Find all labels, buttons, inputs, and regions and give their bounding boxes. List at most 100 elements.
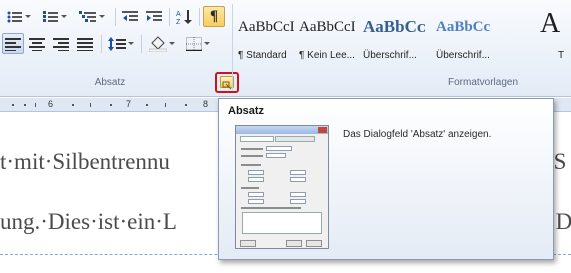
numbered-list-icon (43, 10, 58, 22)
ruler-mark (90, 103, 91, 107)
separator (141, 35, 142, 53)
ruler-number: 6 (48, 99, 54, 109)
bullet-list-icon (7, 11, 22, 22)
numbering-button[interactable] (38, 6, 72, 27)
mini-label (241, 164, 261, 166)
chevron-down-icon (128, 42, 134, 45)
ruler-mark (12, 104, 14, 106)
paragraph-group-label: Absatz (94, 77, 126, 88)
mini-preview (242, 212, 322, 234)
document-text-line: ung.·Dies·ist·ein·L (0, 209, 177, 234)
style-name: Überschrif... (363, 50, 417, 61)
sort-button[interactable]: A Z (173, 6, 195, 27)
ruler-mark (185, 104, 187, 106)
mini-field (248, 170, 264, 175)
ruler-mark (165, 103, 166, 107)
align-center-icon (29, 37, 45, 51)
ruler-mark (72, 104, 74, 106)
style-heading-2[interactable]: AaBbCc Überschrif... (434, 6, 498, 70)
tooltip-description: Das Dialogfeld 'Absatz' anzeigen. (343, 129, 492, 140)
shading-button[interactable] (145, 33, 179, 54)
paragraph-tooltip: Absatz Das Dialogfeld 'Absatz' anzeigen. (218, 98, 554, 260)
mini-label (241, 155, 263, 157)
align-right-icon (53, 37, 69, 51)
mini-field (290, 192, 306, 197)
multilevel-list-button[interactable] (74, 6, 110, 27)
paragraph-dialog-preview (235, 125, 329, 249)
bullets-button[interactable] (2, 6, 36, 27)
align-left-icon (5, 37, 21, 51)
mini-label (241, 148, 263, 150)
align-center-button[interactable] (26, 33, 48, 54)
mini-label (241, 207, 301, 209)
style-sample: A (540, 8, 561, 39)
styles-gallery: AaBbCcI ¶ Standard AaBbCcI ¶ Kein Lee...… (236, 6, 571, 70)
paint-bucket-icon (149, 35, 167, 52)
mini-field (248, 192, 264, 197)
decrease-indent-button[interactable] (119, 6, 141, 27)
mini-field (266, 153, 286, 158)
style-title[interactable]: A T (536, 6, 571, 70)
style-heading-1[interactable]: AaBbCᴄ Überschrif... (361, 6, 431, 70)
highlight-box (215, 72, 239, 93)
mini-button (306, 240, 322, 247)
group-divider (232, 4, 233, 90)
separator (115, 8, 116, 26)
increase-indent-button[interactable] (143, 6, 165, 27)
chevron-down-icon (169, 42, 175, 45)
mini-titlebar (236, 126, 328, 134)
document-text-line: t·mit·Silbentrennu (0, 149, 170, 174)
chevron-down-icon (25, 15, 31, 18)
decrease-indent-icon (122, 10, 138, 21)
multilevel-list-icon (79, 10, 96, 22)
style-name: ¶ Standard (238, 50, 287, 61)
ruler-number: 7 (126, 99, 132, 109)
mini-button (286, 240, 302, 247)
justify-icon (77, 37, 93, 51)
chevron-down-icon (99, 15, 105, 18)
align-right-button[interactable] (50, 33, 72, 54)
line-spacing-button[interactable] (105, 33, 137, 54)
line-spacing-icon (108, 36, 126, 51)
increase-indent-icon (146, 10, 162, 21)
chevron-down-icon (61, 15, 67, 18)
mini-tab (240, 136, 274, 142)
mini-tab (275, 136, 315, 142)
mini-field (248, 177, 264, 182)
close-icon (318, 127, 327, 133)
mini-field (290, 170, 306, 175)
ruler-mark (24, 104, 26, 106)
style-standard[interactable]: AaBbCcI ¶ Standard (236, 6, 296, 70)
style-sample: AaBbCᴄ (363, 17, 426, 36)
style-no-spacing[interactable]: AaBbCcI ¶ Kein Lee... (297, 6, 359, 70)
style-sample: AaBbCcI (238, 19, 295, 35)
ruler-mark (35, 103, 36, 107)
style-name: ¶ Kein Lee... (299, 50, 355, 61)
svg-text:A: A (176, 11, 181, 18)
mini-field (248, 199, 264, 204)
borders-icon (186, 36, 202, 51)
ribbon: A Z ¶ Absatz AaBbCcI ¶ Standard AaBbCcI … (0, 0, 571, 97)
tooltip-title: Absatz (228, 105, 265, 117)
separator (101, 35, 102, 53)
ruler-mark (146, 104, 148, 106)
mini-label (241, 187, 259, 189)
align-left-button[interactable] (2, 33, 24, 54)
mini-field (290, 177, 306, 182)
justify-button[interactable] (74, 33, 96, 54)
sort-az-icon: A Z (176, 9, 192, 25)
ruler-mark (110, 104, 112, 106)
borders-button[interactable] (181, 33, 215, 54)
separator (199, 8, 200, 26)
pilcrow-icon: ¶ (209, 8, 219, 24)
separator (169, 8, 170, 26)
svg-text:Z: Z (176, 19, 181, 25)
show-formatting-marks-button[interactable]: ¶ (203, 6, 225, 27)
style-sample: AaBbCcI (299, 19, 356, 35)
styles-group-label: Formatvorlagen (447, 77, 519, 88)
chevron-down-icon (204, 42, 210, 45)
mini-field (266, 146, 292, 151)
style-name: T (558, 50, 565, 61)
style-name: Überschrif... (436, 50, 490, 61)
ruler-number: 8 (203, 99, 209, 109)
